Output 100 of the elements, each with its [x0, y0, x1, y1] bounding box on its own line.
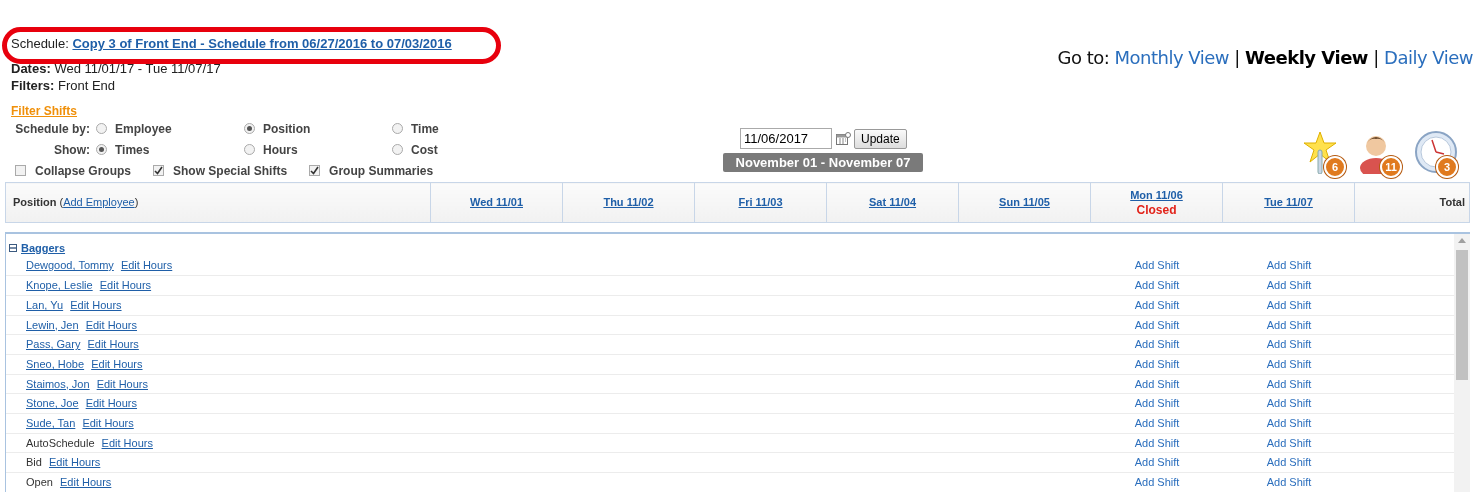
add-shift-link[interactable]: Add Shift	[1134, 298, 1180, 311]
radio-label: Employee	[115, 120, 172, 138]
view-link[interactable]: Weekly View	[1245, 47, 1368, 68]
add-shift-link[interactable]: Add Shift	[1134, 259, 1180, 272]
edit-hours-link[interactable]: Edit Hours	[85, 318, 137, 331]
employee-link[interactable]: Knope, Leslie	[26, 279, 93, 292]
edit-hours-link[interactable]: Edit Hours	[96, 377, 148, 390]
count-badge: 6	[1324, 156, 1346, 178]
add-shift-link[interactable]: Add Shift	[1266, 298, 1312, 311]
add-shift-link[interactable]: Add Shift	[1266, 476, 1312, 489]
radio-button[interactable]	[244, 144, 255, 155]
add-shift-link[interactable]: Add Shift	[1134, 377, 1180, 390]
checkbox-label: Show Special Shifts	[173, 162, 288, 180]
radio-label: Time	[411, 120, 439, 138]
add-shift-link[interactable]: Add Shift	[1266, 456, 1312, 469]
add-shift-link[interactable]: Add Shift	[1134, 397, 1180, 410]
update-button[interactable]: Update	[854, 128, 907, 149]
day-header-link[interactable]: Thu 11/02	[603, 196, 654, 208]
option-label: Schedule by:	[14, 120, 91, 138]
employee-link[interactable]: Lewin, Jen	[26, 318, 79, 331]
edit-hours-link[interactable]: Edit Hours	[91, 358, 143, 371]
edit-hours-link[interactable]: Edit Hours	[87, 338, 139, 351]
schedule-link[interactable]: Copy 3 of Front End - Schedule from 06/27/2016 to 07/03/2016	[72, 36, 452, 51]
day-header-link[interactable]: Tue 11/07	[1264, 196, 1313, 208]
employee-link[interactable]: Sneo, Hobe	[26, 358, 85, 371]
count-badge: 11	[1380, 156, 1402, 178]
schedule-label: Schedule:	[11, 36, 69, 51]
dates-label: Dates:	[11, 61, 51, 76]
employee-link[interactable]: Staimos, Jon	[26, 377, 90, 390]
edit-hours-link[interactable]: Edit Hours	[48, 456, 101, 469]
radio-label: Cost	[411, 141, 438, 159]
edit-hours-link[interactable]: Edit Hours	[120, 259, 173, 272]
scrollbar[interactable]	[1454, 234, 1470, 492]
group-link[interactable]: Baggers	[21, 239, 66, 257]
option-label: Show:	[53, 141, 91, 159]
radio-label: Position	[263, 120, 311, 138]
employee-link[interactable]: Sude, Tan	[26, 417, 76, 430]
add-employee-link[interactable]: Add Employee	[63, 196, 135, 208]
add-shift-link[interactable]: Add Shift	[1134, 358, 1180, 371]
separator: |	[1234, 47, 1240, 68]
checkbox[interactable]	[309, 165, 321, 176]
edit-hours-link[interactable]: Edit Hours	[82, 417, 134, 430]
checkbox[interactable]	[15, 165, 26, 176]
add-shift-link[interactable]: Add Shift	[1134, 476, 1180, 489]
add-shift-link[interactable]: Add Shift	[1266, 377, 1312, 390]
edit-hours-link[interactable]: Edit Hours	[70, 298, 122, 311]
add-shift-link[interactable]: Add Shift	[1134, 338, 1180, 351]
add-shift-link[interactable]: Add Shift	[1266, 318, 1312, 331]
add-shift-link[interactable]: Add Shift	[1266, 358, 1312, 371]
add-shift-link[interactable]: Add Shift	[1134, 436, 1180, 449]
radio-button[interactable]	[96, 144, 107, 155]
calendar-icon[interactable]	[836, 131, 851, 146]
day-header-link[interactable]: Wed 11/01	[470, 196, 523, 208]
date-field[interactable]: 11/06/2017	[740, 128, 832, 149]
add-shift-link[interactable]: Add Shift	[1134, 456, 1180, 469]
dates-value: Wed 11/01/17 - Tue 11/07/17	[54, 61, 221, 76]
scroll-up-icon[interactable]	[1458, 238, 1466, 243]
slot-name: Bid	[26, 456, 42, 469]
radio-button[interactable]	[392, 144, 403, 155]
employee-link[interactable]: Dewgood, Tommy	[26, 259, 114, 272]
day-header-link[interactable]: Sat 11/04	[868, 196, 917, 208]
add-shift-link[interactable]: Add Shift	[1134, 279, 1180, 292]
column-header: Position	[13, 196, 57, 208]
add-shift-link[interactable]: Add Shift	[1266, 338, 1312, 351]
checkbox-label: Group Summaries	[329, 162, 434, 180]
edit-hours-link[interactable]: Edit Hours	[85, 397, 137, 410]
star-icon[interactable]	[1302, 130, 1338, 174]
view-link[interactable]: Daily View	[1384, 47, 1473, 68]
filters-label: Filters:	[11, 78, 55, 93]
slot-name: Open	[26, 476, 53, 489]
employee-link[interactable]: Lan, Yu	[26, 298, 64, 311]
checkbox[interactable]	[153, 165, 165, 176]
radio-button[interactable]	[96, 123, 107, 134]
add-shift-link[interactable]: Add Shift	[1134, 318, 1180, 331]
edit-hours-link[interactable]: Edit Hours	[101, 436, 153, 449]
day-header-link[interactable]: Fri 11/03	[738, 196, 783, 208]
bracket: )	[134, 196, 139, 208]
employee-link[interactable]: Stone, Joe	[26, 397, 79, 410]
add-shift-link[interactable]: Add Shift	[1266, 279, 1312, 292]
filters-value: Front End	[57, 78, 116, 93]
bracket: (	[59, 196, 64, 208]
day-header-link[interactable]: Sun 11/05	[999, 196, 1050, 208]
employee-link[interactable]: Pass, Gary	[26, 338, 81, 351]
edit-hours-link[interactable]: Edit Hours	[60, 476, 112, 489]
view-link[interactable]: Monthly View	[1114, 47, 1230, 68]
add-shift-link[interactable]: Add Shift	[1266, 397, 1312, 410]
column-header: Total	[1439, 196, 1465, 208]
radio-button[interactable]	[244, 123, 255, 134]
week-range-label: November 01 - November 07	[723, 153, 923, 172]
day-header-link[interactable]: Mon 11/06	[1130, 188, 1183, 201]
add-shift-link[interactable]: Add Shift	[1266, 436, 1312, 449]
edit-hours-link[interactable]: Edit Hours	[99, 279, 152, 292]
add-shift-link[interactable]: Add Shift	[1266, 259, 1312, 272]
radio-label: Times	[115, 141, 150, 159]
radio-button[interactable]	[392, 123, 403, 134]
closed-label: Closed	[1136, 202, 1177, 217]
add-shift-link[interactable]: Add Shift	[1134, 417, 1180, 430]
add-shift-link[interactable]: Add Shift	[1266, 417, 1312, 430]
collapse-icon[interactable]	[9, 244, 17, 252]
radio-label: Hours	[263, 141, 298, 159]
